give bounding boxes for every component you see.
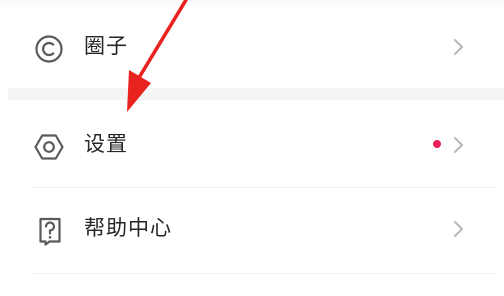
help-question-icon — [32, 214, 66, 248]
menu-item-settings[interactable]: 设置 — [0, 108, 504, 180]
menu-item-label: 设置 — [84, 132, 128, 156]
notification-dot — [433, 140, 441, 148]
chevron-right-icon — [452, 219, 466, 239]
chevron-right-icon — [452, 135, 466, 155]
menu-item-quanzi[interactable]: 圈子 — [0, 10, 504, 82]
row-divider — [32, 187, 496, 188]
menu-item-help-center[interactable]: 帮助中心 — [0, 192, 504, 264]
circle-c-icon — [32, 32, 66, 66]
top-edge — [0, 0, 504, 6]
section-divider — [8, 88, 504, 100]
settings-menu-page: 圈子 设置 帮助中心 — [0, 0, 504, 296]
menu-item-label: 圈子 — [84, 34, 128, 58]
menu-item-label: 帮助中心 — [84, 216, 172, 240]
row-divider — [32, 273, 496, 274]
hexagon-gear-icon — [32, 130, 66, 164]
chevron-right-icon — [452, 37, 466, 57]
